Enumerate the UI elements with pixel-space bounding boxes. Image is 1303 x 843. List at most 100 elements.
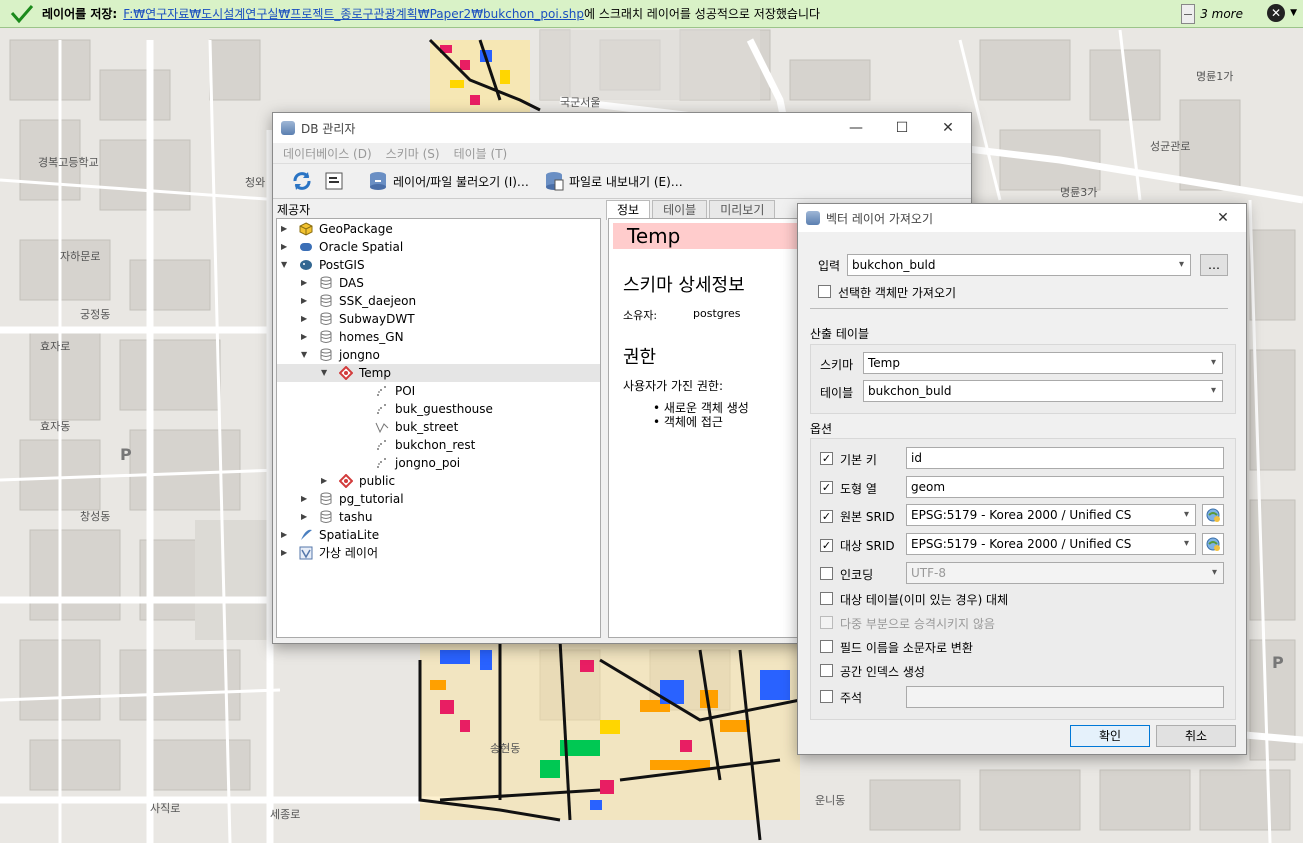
spatial-index-checkbox[interactable] xyxy=(820,664,833,677)
tree-item[interactable]: ▼ Temp xyxy=(321,364,391,382)
tree-item[interactable]: ▼ jongno xyxy=(301,346,380,364)
refresh-button[interactable] xyxy=(289,168,315,194)
tree-item-label: PostGIS xyxy=(319,258,365,272)
table-select[interactable]: bukchon_buld xyxy=(863,380,1223,402)
menu-table[interactable]: 테이블 (T) xyxy=(454,145,508,162)
expand-arrow-icon[interactable]: ▶ xyxy=(281,544,293,562)
source-srid-select[interactable]: EPSG:5179 - Korea 2000 / Unified CS xyxy=(906,504,1196,526)
source-srid-label: 원본 SRID xyxy=(840,510,895,524)
info-header-title: Temp xyxy=(627,224,681,248)
map-label: 효자로 xyxy=(40,340,70,353)
selected-only-checkbox[interactable] xyxy=(818,285,831,298)
map-label: 운니동 xyxy=(815,794,845,807)
close-icon[interactable]: ✕ xyxy=(1267,4,1285,22)
source-crs-picker-button[interactable] xyxy=(1202,504,1224,526)
expand-arrow-open-icon[interactable]: ▼ xyxy=(281,256,293,274)
sql-window-button[interactable] xyxy=(321,168,347,194)
target-srid-checkbox[interactable]: ✓ xyxy=(820,539,833,552)
target-srid-select[interactable]: EPSG:5179 - Korea 2000 / Unified CS xyxy=(906,533,1196,555)
tree-item[interactable]: ▶ pg_tutorial xyxy=(301,490,404,508)
geometry-column-checkbox[interactable]: ✓ xyxy=(820,481,833,494)
tree-item[interactable]: ▶ DAS xyxy=(301,274,364,292)
dialog-title: 벡터 레이어 가져오기 xyxy=(826,211,933,226)
expand-arrow-icon[interactable]: ▶ xyxy=(281,526,293,544)
more-messages-label[interactable]: 3 more xyxy=(1200,7,1243,21)
provider-tree[interactable]: ▶ GeoPackage ▶ Oracle Spatial ▼ PostGIS ▶ DAS ▶ S… xyxy=(276,218,601,638)
target-srid-label: 대상 SRID xyxy=(840,539,895,553)
maximize-button[interactable]: ☐ xyxy=(879,113,925,143)
comment-input[interactable] xyxy=(906,686,1224,708)
saved-file-link[interactable]: F:₩연구자료₩도시설계연구실₩프로젝트_종로구관광계획₩Paper2₩bukc… xyxy=(123,5,584,22)
expand-arrow-open-icon[interactable]: ▼ xyxy=(301,346,313,364)
tree-item[interactable]: ▶ SSK_daejeon xyxy=(301,292,416,310)
expand-arrow-icon[interactable]: ▶ xyxy=(321,472,333,490)
geometry-column-input[interactable]: geom xyxy=(906,476,1224,498)
menu-database[interactable]: 데이터베이스 (D) xyxy=(283,145,372,162)
tab-table[interactable]: 테이블 xyxy=(652,200,708,220)
expand-arrow-open-icon[interactable]: ▼ xyxy=(321,364,333,382)
tree-item[interactable]: ▼ PostGIS xyxy=(281,256,365,274)
expand-arrow-icon[interactable]: ▶ xyxy=(301,328,313,346)
cancel-button[interactable]: 취소 xyxy=(1156,725,1236,747)
tree-item[interactable]: ▶ public xyxy=(321,472,395,490)
schema-diamond-icon xyxy=(338,365,354,381)
database-icon xyxy=(281,121,295,135)
tree-item-label: jongno xyxy=(339,348,380,362)
tree-item[interactable]: ▶ tashu xyxy=(301,508,373,526)
schema-icon xyxy=(319,276,333,290)
tab-preview[interactable]: 미리보기 xyxy=(709,200,776,220)
comment-checkbox[interactable] xyxy=(820,690,833,703)
encoding-checkbox[interactable] xyxy=(820,567,833,580)
menu-schema[interactable]: 스키마 (S) xyxy=(386,145,440,162)
message-scroll-spinner[interactable] xyxy=(1181,4,1195,24)
expand-arrow-icon[interactable]: ▶ xyxy=(301,292,313,310)
tree-item[interactable]: ▶ SubwayDWT xyxy=(301,310,415,328)
expand-arrow-icon[interactable]: ▶ xyxy=(301,274,313,292)
expand-arrow-icon[interactable]: ▶ xyxy=(301,310,313,328)
tree-item-label: SpatiaLite xyxy=(319,528,380,542)
tree-item[interactable]: ▶ homes_GN xyxy=(301,328,404,346)
postgis-icon xyxy=(299,258,313,272)
close-button[interactable]: ✕ xyxy=(1200,204,1246,232)
expand-arrow-icon[interactable]: ▶ xyxy=(301,490,313,508)
tree-item[interactable]: POI xyxy=(357,382,415,400)
browse-button[interactable]: … xyxy=(1200,254,1228,276)
tree-item[interactable]: ▶ SpatiaLite xyxy=(281,526,379,544)
import-layer-button[interactable]: 레이어/파일 불러오기 (I)… xyxy=(367,170,529,192)
db-manager-titlebar: DB 관리자 — ☐ ✕ xyxy=(273,113,971,143)
target-crs-picker-button[interactable] xyxy=(1202,533,1224,555)
tree-item[interactable]: bukchon_rest xyxy=(357,436,475,454)
encoding-select[interactable]: UTF-8 xyxy=(906,562,1224,584)
info-panel: Temp 스키마 상세정보 소유자: postgres 권한 사용자가 가진 권… xyxy=(608,218,808,638)
no-multipart-checkbox[interactable] xyxy=(820,616,833,629)
tree-item[interactable]: jongno_poi xyxy=(357,454,460,472)
spatialite-icon xyxy=(299,528,313,542)
input-layer-select[interactable]: bukchon_buld xyxy=(847,254,1191,276)
info-tabs: 정보 테이블 미리보기 xyxy=(606,200,777,220)
primary-key-input[interactable]: id xyxy=(906,447,1224,469)
tree-item[interactable]: ▶ 가상 레이어 xyxy=(281,544,378,562)
primary-key-checkbox[interactable]: ✓ xyxy=(820,452,833,465)
schema-select[interactable]: Temp xyxy=(863,352,1223,374)
lowercase-fields-checkbox[interactable] xyxy=(820,640,833,653)
tree-item[interactable]: ▶ GeoPackage xyxy=(281,220,393,238)
tab-info[interactable]: 정보 xyxy=(606,200,651,220)
tree-item-label: buk_guesthouse xyxy=(395,402,493,416)
expand-arrow-icon[interactable]: ▶ xyxy=(281,220,293,238)
replace-table-checkbox[interactable] xyxy=(820,592,833,605)
expand-arrow-icon[interactable]: ▶ xyxy=(281,238,293,256)
tree-item[interactable]: buk_street xyxy=(357,418,458,436)
expand-arrow-icon[interactable]: ▶ xyxy=(301,508,313,526)
tree-item-label: tashu xyxy=(339,510,373,524)
close-button[interactable]: ✕ xyxy=(925,113,971,143)
schema-heading: 스키마 상세정보 xyxy=(623,275,745,296)
export-file-button[interactable]: 파일로 내보내기 (E)… xyxy=(543,170,683,192)
ok-button[interactable]: 확인 xyxy=(1070,725,1150,747)
owner-label: 소유자: xyxy=(623,309,658,322)
primary-key-label: 기본 키 xyxy=(840,453,877,467)
chevron-down-icon[interactable]: ▼ xyxy=(1290,8,1297,18)
source-srid-checkbox[interactable]: ✓ xyxy=(820,510,833,523)
tree-item[interactable]: buk_guesthouse xyxy=(357,400,493,418)
minimize-button[interactable]: — xyxy=(833,113,879,143)
tree-item[interactable]: ▶ Oracle Spatial xyxy=(281,238,403,256)
